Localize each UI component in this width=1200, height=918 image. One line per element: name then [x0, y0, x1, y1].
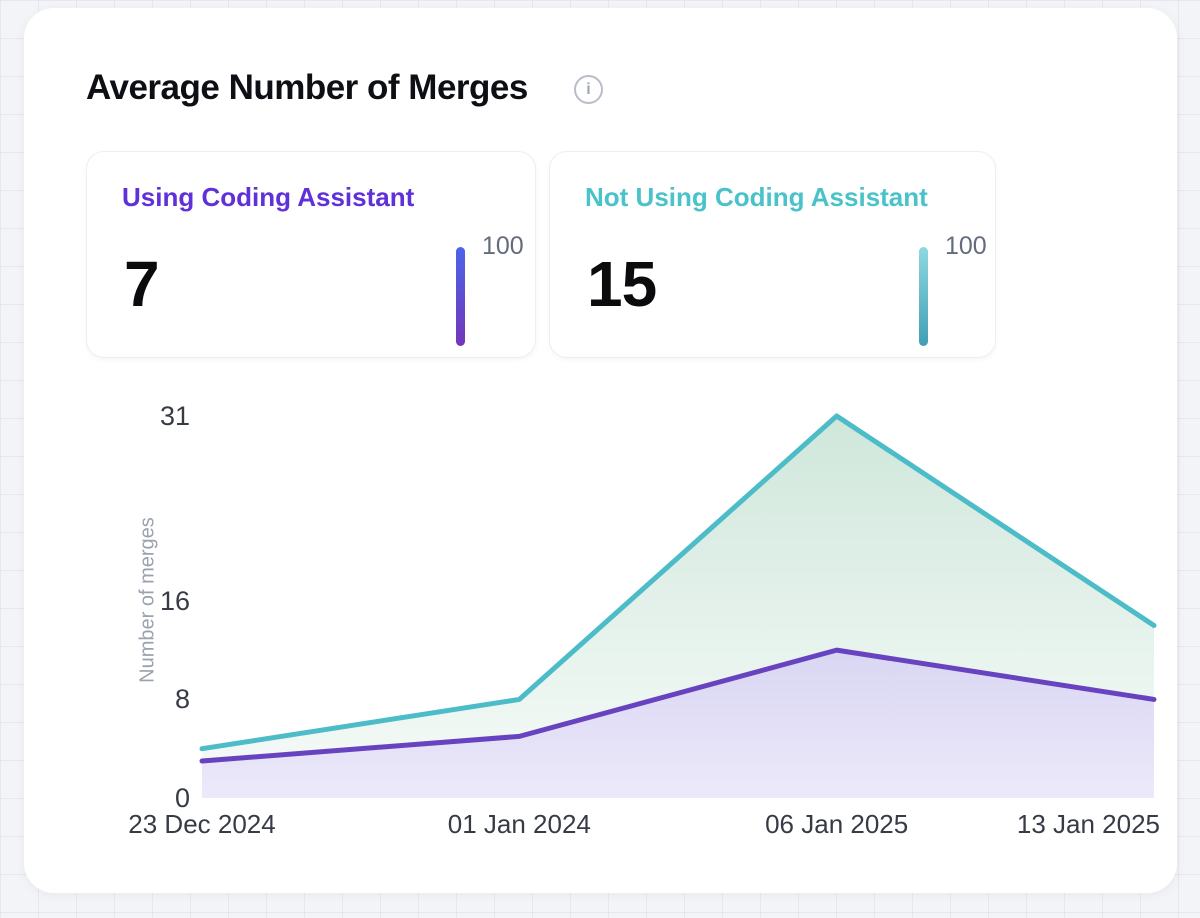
- merges-area-chart: Number of merges 08163123 Dec 202401 Jan…: [24, 8, 1177, 893]
- x-tick-label: 06 Jan 2025: [765, 809, 908, 839]
- y-tick-label: 31: [84, 400, 190, 432]
- x-tick-label: 01 Jan 2024: [448, 809, 591, 839]
- y-tick-label: 16: [84, 585, 190, 617]
- page-background: Average Number of Merges i Using Coding …: [0, 0, 1200, 918]
- main-card: Average Number of Merges i Using Coding …: [24, 8, 1177, 893]
- x-tick-label: 13 Jan 2025: [1017, 809, 1160, 839]
- chart-canvas: [24, 8, 1200, 918]
- x-tick-label: 23 Dec 2024: [128, 809, 275, 839]
- y-tick-label: 8: [84, 683, 190, 715]
